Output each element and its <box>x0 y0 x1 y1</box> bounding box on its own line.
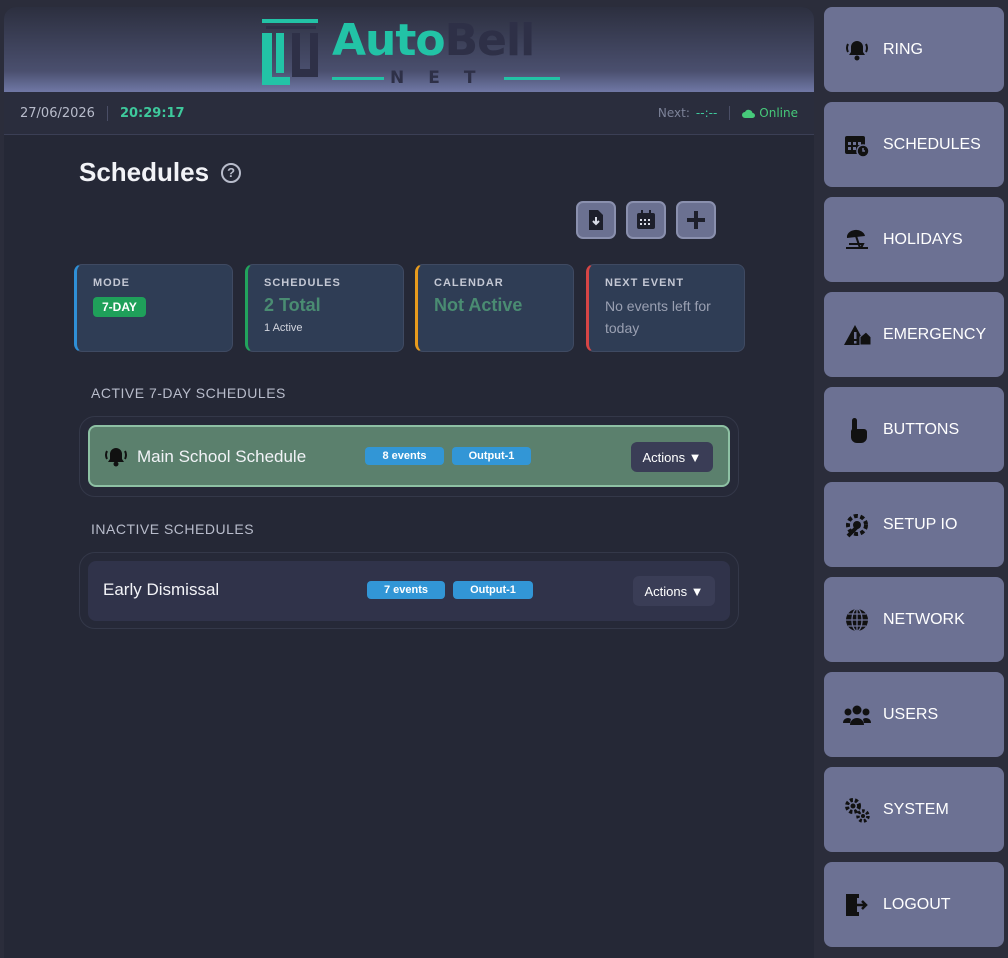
output-badge: Output-1 <box>453 581 533 599</box>
calendar-card-label: CALENDAR <box>434 277 504 289</box>
logo-auto-text: Auto <box>332 15 446 66</box>
sidebar-item-label: RING <box>883 40 923 58</box>
calendar-card: CALENDAR Not Active <box>415 264 574 352</box>
next-event-card: NEXT EVENT No events left for today <box>586 264 745 352</box>
sidebar-item-logout[interactable]: LOGOUT <box>824 862 1004 947</box>
sidebar-item-holidays[interactable]: HOLIDAYS <box>824 197 1004 282</box>
sidebar-item-label: SYSTEM <box>883 800 949 818</box>
schedules-card-label: SCHEDULES <box>264 277 341 289</box>
next-value: --:-- <box>696 106 731 120</box>
status-time: 20:29:17 <box>119 105 185 121</box>
inactive-section-title: INACTIVE SCHEDULES <box>91 521 255 537</box>
sidebar-item-label: NETWORK <box>883 610 965 628</box>
mode-card-label: MODE <box>93 277 130 289</box>
active-schedules-group: Main School Schedule 8 events Output-1 A… <box>79 416 739 497</box>
calendar-status: Not Active <box>434 295 523 315</box>
status-bar: 27/06/2026 20:29:17 Next: --:-- Online <box>4 92 814 135</box>
warning-house-icon <box>843 321 871 349</box>
events-badge: 7 events <box>367 581 445 599</box>
schedule-name: Early Dismissal <box>103 580 220 599</box>
file-import-icon <box>589 210 603 230</box>
status-date: 27/06/2026 <box>20 105 108 121</box>
sidebar-item-label: BUTTONS <box>883 420 960 438</box>
calendar-button[interactable] <box>626 201 666 239</box>
header: AutoBell NET <box>4 7 814 92</box>
sidebar-item-system[interactable]: SYSTEM <box>824 767 1004 852</box>
wrench-gear-icon <box>843 511 871 539</box>
mode-card: MODE 7-DAY <box>74 264 233 352</box>
sidebar-item-ring[interactable]: RING <box>824 7 1004 92</box>
help-icon[interactable]: ? <box>221 162 242 183</box>
bell-ring-icon <box>843 36 871 64</box>
hand-pointer-icon <box>843 416 871 444</box>
main-panel: AutoBell NET 27/06/2026 20:29:17 Next: -… <box>4 7 814 958</box>
logo-bell-text: Bell <box>444 15 536 66</box>
users-icon <box>843 701 871 729</box>
sidebar-item-label: USERS <box>883 705 939 723</box>
sidebar-item-label: LOGOUT <box>883 895 951 913</box>
sidebar-item-buttons[interactable]: BUTTONS <box>824 387 1004 472</box>
online-label: Online <box>759 106 798 120</box>
logo-net-text: NET <box>390 68 500 88</box>
sidebar-item-emergency[interactable]: EMERGENCY <box>824 292 1004 377</box>
sidebar-item-setup-io[interactable]: SETUP IO <box>824 482 1004 567</box>
next-event-text: No events left for today <box>605 298 711 336</box>
autobell-logo: AutoBell NET <box>260 15 560 91</box>
schedules-card: SCHEDULES 2 Total 1 Active <box>245 264 404 352</box>
calendar-icon <box>637 210 655 229</box>
calendar-clock-icon <box>843 131 871 159</box>
sidebar-item-schedules[interactable]: SCHEDULES <box>824 102 1004 187</box>
import-button[interactable] <box>576 201 616 239</box>
logo-mark-icon <box>262 19 318 85</box>
mode-badge: 7-DAY <box>93 297 146 317</box>
page-title: Schedules ? <box>79 157 242 188</box>
schedule-row-main[interactable]: Main School Schedule 8 events Output-1 A… <box>88 425 730 487</box>
plus-icon <box>687 211 705 229</box>
sidebar-item-label: HOLIDAYS <box>883 230 963 248</box>
sidebar-item-label: SETUP IO <box>883 515 958 533</box>
schedule-row-early-dismissal[interactable]: Early Dismissal 7 events Output-1 Action… <box>88 561 730 621</box>
sidebar-item-network[interactable]: NETWORK <box>824 577 1004 662</box>
output-badge: Output-1 <box>452 447 531 465</box>
globe-icon <box>843 606 871 634</box>
logout-door-icon <box>843 891 871 919</box>
logo-line-left <box>332 77 384 80</box>
actions-button[interactable]: Actions ▼ <box>633 576 715 606</box>
online-status: Online <box>742 106 798 120</box>
beach-umbrella-icon <box>843 226 871 254</box>
bell-ring-icon <box>105 448 127 467</box>
sidebar-item-label: SCHEDULES <box>883 135 981 153</box>
actions-button[interactable]: Actions ▼ <box>631 442 713 472</box>
inactive-schedules-group: Early Dismissal 7 events Output-1 Action… <box>79 552 739 629</box>
logo-line-right <box>504 77 560 80</box>
sidebar-item-label: EMERGENCY <box>883 325 987 343</box>
gears-icon <box>843 796 871 824</box>
events-badge: 8 events <box>365 447 444 465</box>
page-title-text: Schedules <box>79 157 210 187</box>
next-event-card-label: NEXT EVENT <box>605 277 685 289</box>
sidebar-item-users[interactable]: USERS <box>824 672 1004 757</box>
logo-wordmark: AutoBell <box>332 15 536 66</box>
schedule-name: Main School Schedule <box>137 447 307 466</box>
schedules-total: 2 Total <box>264 295 321 315</box>
schedules-active-count: 1 Active <box>264 322 303 334</box>
active-section-title: ACTIVE 7-DAY SCHEDULES <box>91 385 286 401</box>
next-label: Next: <box>657 106 690 120</box>
add-schedule-button[interactable] <box>676 201 716 239</box>
cloud-icon <box>742 109 756 118</box>
logo-net: NET <box>332 67 560 89</box>
